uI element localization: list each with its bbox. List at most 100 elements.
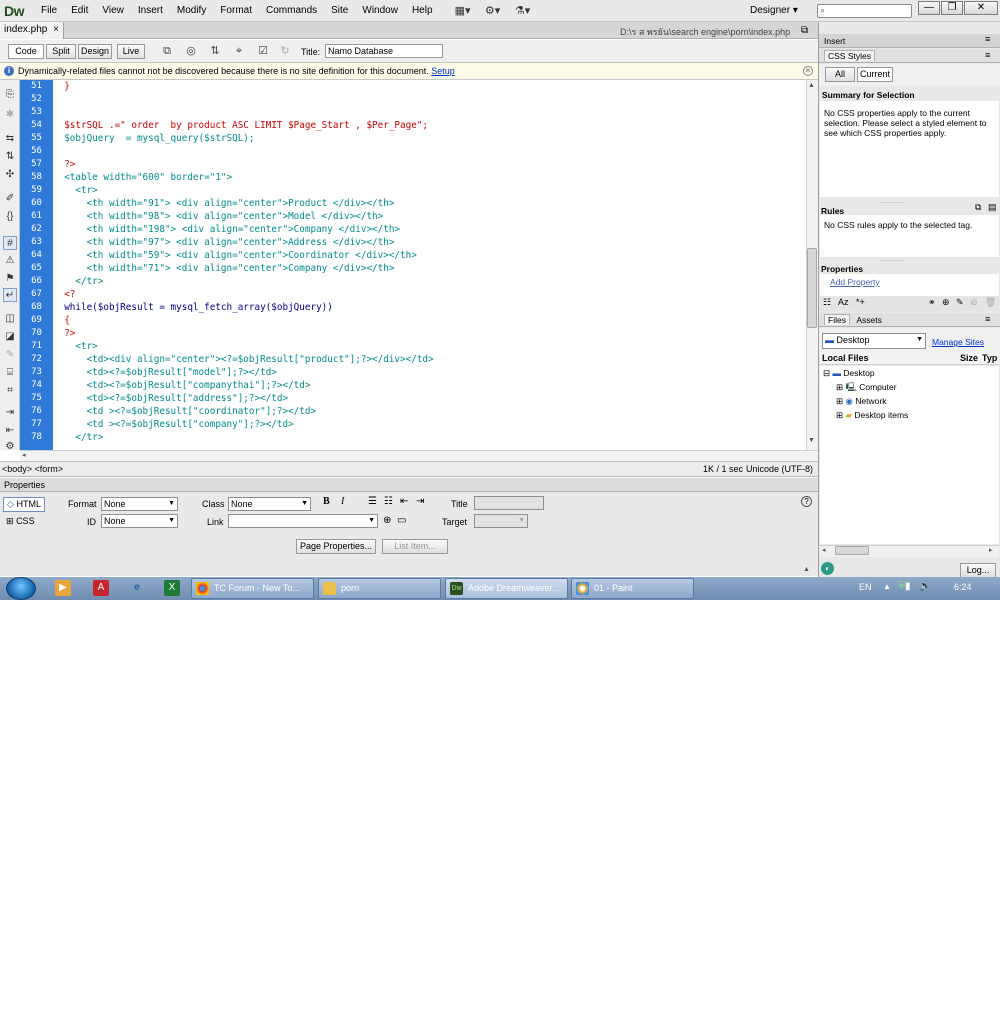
taskbar-item-folder[interactable]: porn [318, 578, 441, 599]
outdent-icon[interactable]: ⇤ [400, 496, 408, 507]
taskbar-item-paint[interactable]: 01 - Paint [571, 578, 694, 599]
clock[interactable]: 6:24 [954, 582, 972, 592]
menu-commands[interactable]: Commands [259, 5, 324, 16]
layout-icon[interactable]: ▦▾ [454, 5, 472, 17]
file-management-icon[interactable]: ⇅ [206, 44, 224, 59]
tree-item[interactable]: ⊞ ▰ Desktop items [836, 410, 908, 421]
class-select[interactable]: None ▼ [228, 497, 311, 511]
log-button[interactable]: Log... [960, 563, 996, 578]
menu-file[interactable]: File [34, 5, 64, 16]
show-cascade-icon[interactable]: ⧉ [975, 202, 981, 213]
code-view-button[interactable]: Code [8, 44, 44, 59]
menu-insert[interactable]: Insert [131, 5, 170, 16]
tree-expand-icon[interactable]: ⊞ [836, 396, 843, 406]
menu-edit[interactable]: Edit [64, 5, 95, 16]
delete-rule-icon[interactable]: 🗑 [985, 297, 996, 308]
panel-menu-icon[interactable]: ≡ [985, 34, 990, 44]
disable-property-icon[interactable]: ⊘ [970, 297, 978, 308]
expand-all-icon[interactable]: ✣ [3, 168, 17, 182]
multiscreen-icon[interactable]: ⧉ [158, 44, 176, 59]
extend-gear-icon[interactable]: ⚙▾ [484, 5, 502, 17]
splitter-grip[interactable]: ········· [880, 198, 904, 207]
menu-window[interactable]: Window [355, 5, 405, 16]
live-view-button[interactable]: Live [117, 44, 145, 59]
all-rules-button[interactable]: All [825, 67, 855, 82]
document-tab[interactable]: index.php × [0, 22, 64, 39]
scroll-up-arrow-icon[interactable]: ▲ [808, 82, 815, 89]
target-select[interactable]: ▼ [474, 514, 528, 528]
unordered-list-icon[interactable]: ☰ [368, 496, 377, 507]
show-code-navigator-icon[interactable]: ✱ [3, 108, 17, 122]
code-horizontal-scrollbar[interactable] [20, 450, 818, 461]
title-field-input[interactable] [474, 496, 544, 510]
menu-site[interactable]: Site [324, 5, 355, 16]
balance-braces-icon[interactable]: {} [3, 210, 17, 224]
tree-item[interactable]: ⊞ ◉ Network [836, 396, 886, 407]
remove-comment-icon[interactable]: ◪ [3, 330, 17, 344]
close-button[interactable]: ✕ [964, 1, 998, 15]
category-view-icon[interactable]: ☷ [823, 297, 831, 308]
help-icon[interactable]: ? [801, 496, 812, 507]
select-parent-tag-icon[interactable]: ✐ [3, 192, 17, 206]
language-indicator[interactable]: EN [859, 582, 872, 592]
link-input[interactable]: ▼ [228, 514, 378, 528]
highlight-invalid-icon[interactable]: ⚠ [3, 254, 17, 268]
code-editor[interactable]: } $strSQL .=" order by product ASC LIMIT… [53, 80, 806, 450]
files-scroll-thumb[interactable] [835, 546, 869, 555]
bold-button[interactable]: B [323, 496, 330, 507]
site-select[interactable]: ▬ Desktop ▼ [822, 333, 926, 349]
scroll-right-arrow-icon[interactable]: ▸ [989, 546, 993, 554]
attach-stylesheet-icon[interactable]: ⚭ [928, 297, 936, 308]
connect-status-icon[interactable]: ◐ [821, 562, 834, 575]
files-tab[interactable]: Files [824, 314, 850, 325]
css-styles-panel-tab[interactable]: CSS Styles [819, 49, 1000, 63]
panel-menu-icon[interactable]: ≡ [985, 50, 990, 60]
indent-icon[interactable]: ⇥ [416, 496, 424, 507]
tag-selector[interactable]: <body> <form> [2, 464, 63, 474]
design-view-button[interactable]: Design [78, 44, 112, 59]
id-select[interactable]: None ▼ [101, 514, 178, 528]
acrobat-icon[interactable]: A [93, 580, 109, 596]
refresh-icon[interactable]: ↻ [276, 44, 294, 59]
insert-panel-tab[interactable]: Insert [819, 34, 1000, 48]
wrap-tag-icon[interactable]: ✎ [3, 348, 17, 362]
edit-rule-icon[interactable]: ✎ [956, 297, 964, 308]
collapse-full-tag-icon[interactable]: ⇆ [3, 132, 17, 146]
word-wrap-icon[interactable]: ↵ [3, 288, 17, 302]
move-css-icon[interactable]: ⌗ [3, 384, 17, 398]
split-view-button[interactable]: Split [46, 44, 76, 59]
add-property-link[interactable]: Add Property [830, 277, 880, 287]
workspace-switcher[interactable]: Designer ▾ [750, 5, 798, 16]
menu-view[interactable]: View [95, 5, 131, 16]
scroll-left-arrow-icon[interactable]: ◂ [822, 546, 826, 554]
local-files-header[interactable]: Local Files [822, 353, 869, 363]
internet-explorer-icon[interactable]: e [129, 580, 145, 596]
show-hidden-icons-icon[interactable]: ▲ [883, 582, 891, 591]
menu-modify[interactable]: Modify [170, 5, 213, 16]
title-input[interactable]: Namo Database [325, 44, 443, 58]
format-select[interactable]: None ▼ [101, 497, 178, 511]
line-numbers-icon[interactable]: # [3, 236, 17, 250]
taskbar-item-chrome[interactable]: TC Forum - New To... [191, 578, 314, 599]
current-rules-button[interactable]: Current [857, 67, 893, 82]
help-search-input[interactable]: ⌕ [817, 4, 912, 18]
restore-document-icon[interactable]: ⧉ [801, 25, 808, 36]
start-button[interactable] [6, 577, 36, 600]
close-tab-icon[interactable]: × [53, 24, 59, 35]
italic-button[interactable]: I [341, 496, 344, 507]
panel-menu-icon[interactable]: ≡ [985, 314, 990, 324]
syntax-error-icon[interactable]: ⚑ [3, 272, 17, 286]
ordered-list-icon[interactable]: ☷ [384, 496, 393, 507]
point-to-file-icon[interactable]: ⊕ [383, 515, 391, 526]
network-tray-icon[interactable]: ▮ [905, 581, 911, 592]
list-item-button[interactable]: List Item... [382, 539, 448, 554]
format-source-icon[interactable]: ⚙ [3, 440, 17, 454]
scroll-down-arrow-icon[interactable]: ▼ [808, 437, 815, 444]
close-info-icon[interactable]: × [803, 66, 813, 76]
tree-expand-icon[interactable]: ⊞ [836, 410, 843, 420]
validate-markup-icon[interactable]: ☑ [254, 44, 272, 59]
recent-snippets-icon[interactable]: ⌸ [3, 366, 17, 380]
collapse-selection-icon[interactable]: ⇅ [3, 150, 17, 164]
alphabetical-view-icon[interactable]: Az [838, 297, 849, 307]
collapse-properties-icon[interactable]: ▲ [803, 566, 810, 573]
